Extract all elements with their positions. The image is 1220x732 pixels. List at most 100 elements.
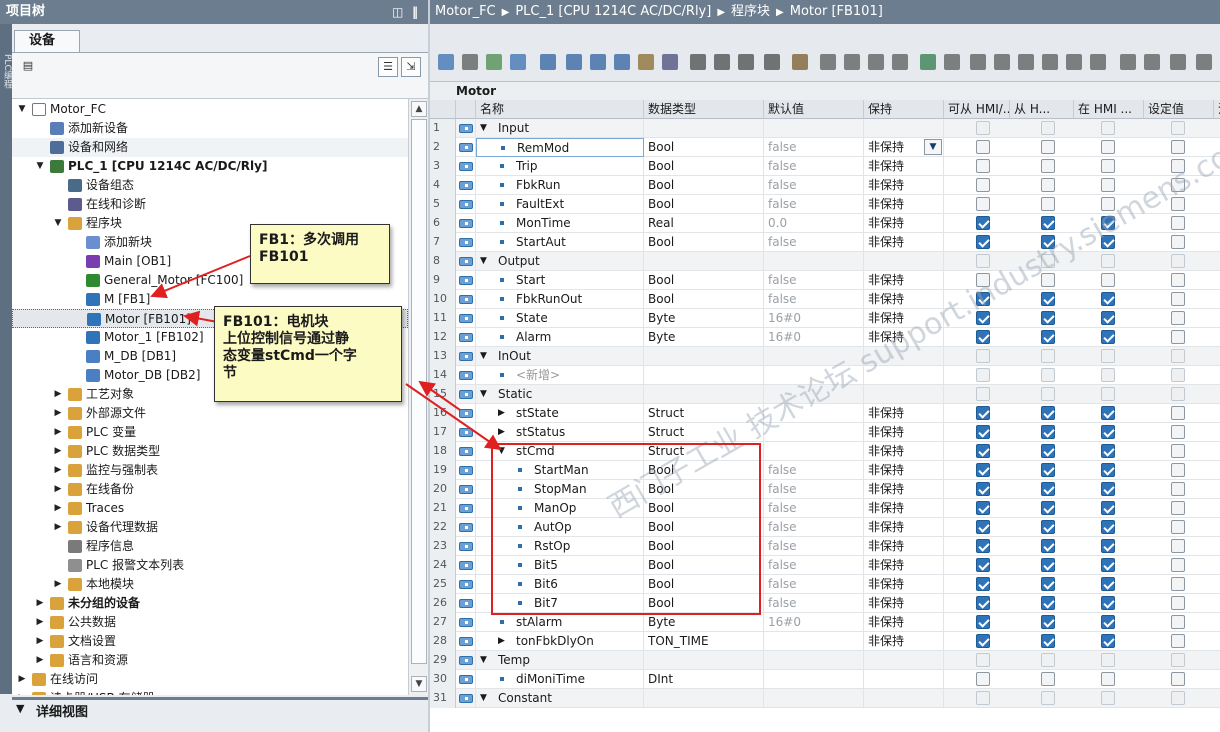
datatype-cell[interactable] xyxy=(644,347,764,366)
setpoint-checkbox[interactable] xyxy=(1171,558,1185,572)
hmi-visible-checkbox[interactable] xyxy=(1041,349,1055,363)
datatype-cell[interactable] xyxy=(644,689,764,708)
setpoint-checkbox[interactable] xyxy=(1171,387,1185,401)
setpoint-checkbox[interactable] xyxy=(1171,444,1185,458)
hmi-visible-checkbox[interactable] xyxy=(1041,539,1055,553)
datatype-cell[interactable]: Bool xyxy=(644,176,764,195)
hmi-accessible-checkbox[interactable] xyxy=(976,197,990,211)
default-value-cell[interactable]: false xyxy=(764,518,864,537)
default-value-cell[interactable] xyxy=(764,442,864,461)
hmi-writable-checkbox[interactable] xyxy=(1101,140,1115,154)
default-value-cell[interactable] xyxy=(764,252,864,271)
detail-view-header[interactable]: ▼ 详细视图 xyxy=(12,697,428,732)
datatype-cell[interactable]: Bool xyxy=(644,233,764,252)
name-cell[interactable]: State xyxy=(476,309,644,328)
hmi-writable-checkbox[interactable] xyxy=(1101,330,1115,344)
default-value-cell[interactable]: 16#0 xyxy=(764,613,864,632)
panel-collapse-icon[interactable]: ‖ xyxy=(412,0,418,24)
hmi-accessible-checkbox[interactable] xyxy=(976,425,990,439)
expand-arrow-icon[interactable]: ▶ xyxy=(52,423,64,442)
datatype-cell[interactable] xyxy=(644,385,764,404)
name-cell[interactable]: RemMod xyxy=(476,138,644,157)
datatype-cell[interactable]: Byte xyxy=(644,613,764,632)
hmi-accessible-checkbox[interactable] xyxy=(976,254,990,268)
name-cell[interactable]: ▼ Constant xyxy=(476,689,644,708)
toolbar-tool-icon[interactable] xyxy=(662,54,678,70)
default-value-cell[interactable]: false xyxy=(764,556,864,575)
toolbar-tool-icon[interactable] xyxy=(994,54,1010,70)
datatype-cell[interactable]: Struct xyxy=(644,423,764,442)
setpoint-checkbox[interactable] xyxy=(1171,273,1185,287)
hmi-writable-checkbox[interactable] xyxy=(1101,634,1115,648)
toolbar-tool-icon[interactable] xyxy=(792,54,808,70)
tree-item[interactable]: ▼ PLC_1 [CPU 1214C AC/DC/Rly] xyxy=(12,157,408,176)
hmi-visible-checkbox[interactable] xyxy=(1041,615,1055,629)
name-cell[interactable]: ▼ Input xyxy=(476,119,644,138)
retain-cell[interactable]: 非保持 xyxy=(864,233,944,252)
hmi-visible-checkbox[interactable] xyxy=(1041,292,1055,306)
tree-item[interactable]: ▶ 监控与强制表 xyxy=(12,461,408,480)
retain-cell[interactable]: 非保持 xyxy=(864,480,944,499)
hmi-visible-checkbox[interactable] xyxy=(1041,311,1055,325)
tree-item[interactable]: 设备和网络 xyxy=(12,138,408,157)
default-value-cell[interactable] xyxy=(764,651,864,670)
retain-cell[interactable] xyxy=(864,689,944,708)
setpoint-checkbox[interactable] xyxy=(1171,406,1185,420)
hmi-writable-checkbox[interactable] xyxy=(1101,615,1115,629)
expand-arrow-icon[interactable]: ▶ xyxy=(52,404,64,423)
setpoint-checkbox[interactable] xyxy=(1171,577,1185,591)
retain-cell[interactable]: 非保持 xyxy=(864,613,944,632)
retain-cell[interactable]: 非保持 xyxy=(864,214,944,233)
retain-cell[interactable]: 非保持 xyxy=(864,309,944,328)
default-value-cell[interactable] xyxy=(764,119,864,138)
col-type-header[interactable]: 数据类型 xyxy=(644,100,764,119)
toolbar-tool-icon[interactable] xyxy=(892,54,908,70)
hmi-visible-checkbox[interactable] xyxy=(1041,520,1055,534)
breadcrumb-item[interactable]: Motor_FC xyxy=(435,4,496,19)
default-value-cell[interactable]: false xyxy=(764,537,864,556)
datatype-cell[interactable]: Bool xyxy=(644,157,764,176)
hmi-accessible-checkbox[interactable] xyxy=(976,672,990,686)
hmi-visible-checkbox[interactable] xyxy=(1041,216,1055,230)
setpoint-checkbox[interactable] xyxy=(1171,615,1185,629)
datatype-cell[interactable]: Bool xyxy=(644,271,764,290)
hmi-visible-checkbox[interactable] xyxy=(1041,197,1055,211)
setpoint-checkbox[interactable] xyxy=(1171,672,1185,686)
name-cell[interactable]: StartAut xyxy=(476,233,644,252)
hmi-accessible-checkbox[interactable] xyxy=(976,330,990,344)
retain-cell[interactable]: 非保持 xyxy=(864,195,944,214)
tree-item[interactable]: 程序信息 xyxy=(12,537,408,556)
setpoint-checkbox[interactable] xyxy=(1171,235,1185,249)
hmi-writable-checkbox[interactable] xyxy=(1101,197,1115,211)
hmi-visible-checkbox[interactable] xyxy=(1041,444,1055,458)
toolbar-tool-icon[interactable] xyxy=(510,54,526,70)
retain-cell[interactable]: 非保持 xyxy=(864,423,944,442)
table-row[interactable]: 2 RemMod Bool false 非保持 ▼ xyxy=(430,138,1220,157)
name-cell[interactable]: Alarm xyxy=(476,328,644,347)
name-cell[interactable]: Trip xyxy=(476,157,644,176)
hmi-accessible-checkbox[interactable] xyxy=(976,444,990,458)
datatype-cell[interactable]: Byte xyxy=(644,309,764,328)
toolbar-tool-icon[interactable] xyxy=(714,54,730,70)
hmi-accessible-checkbox[interactable] xyxy=(976,406,990,420)
table-row[interactable]: 31 ▼ Constant xyxy=(430,689,1220,708)
default-value-cell[interactable]: false xyxy=(764,176,864,195)
hmi-writable-checkbox[interactable] xyxy=(1101,577,1115,591)
datatype-cell[interactable] xyxy=(644,366,764,385)
hmi-writable-checkbox[interactable] xyxy=(1101,387,1115,401)
hmi-visible-checkbox[interactable] xyxy=(1041,653,1055,667)
toolbar-tool-icon[interactable] xyxy=(1018,54,1034,70)
tree-item[interactable]: PLC 报警文本列表 xyxy=(12,556,408,575)
default-value-cell[interactable]: false xyxy=(764,271,864,290)
hmi-accessible-checkbox[interactable] xyxy=(976,482,990,496)
default-value-cell[interactable]: false xyxy=(764,499,864,518)
table-row[interactable]: 4 FbkRun Bool false 非保持 xyxy=(430,176,1220,195)
hmi-accessible-checkbox[interactable] xyxy=(976,368,990,382)
chevron-down-icon[interactable]: ▼ xyxy=(16,702,24,715)
hmi-accessible-checkbox[interactable] xyxy=(976,273,990,287)
toolbar-tool-icon[interactable] xyxy=(1144,54,1160,70)
setpoint-checkbox[interactable] xyxy=(1171,634,1185,648)
toolbar-tool-icon[interactable] xyxy=(638,54,654,70)
hmi-writable-checkbox[interactable] xyxy=(1101,159,1115,173)
tree-item[interactable]: ▶ 文档设置 xyxy=(12,632,408,651)
